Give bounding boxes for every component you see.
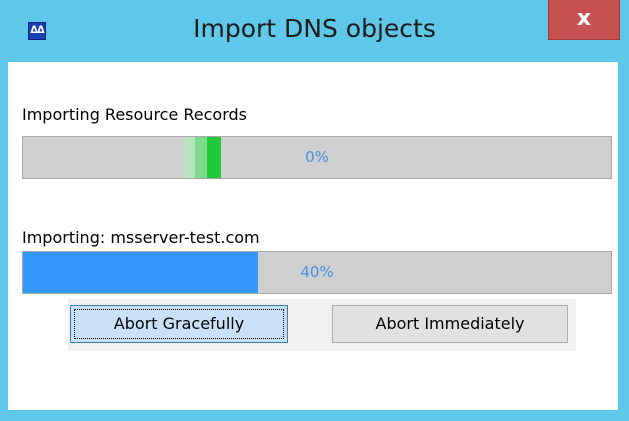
dialog-window: ᐃᐃ Import DNS objects x Importing Resour… [0, 0, 629, 421]
records-progress-bar: 0% [22, 136, 612, 179]
abort-immediately-button[interactable]: Abort Immediately [332, 305, 568, 343]
window-title: Import DNS objects [193, 14, 436, 43]
abort-immediately-label: Abort Immediately [375, 314, 525, 333]
title-bar[interactable]: ᐃᐃ Import DNS objects x [0, 0, 629, 62]
close-icon: x [576, 6, 592, 31]
zone-progress-bar: 40% [22, 251, 612, 294]
records-progress-label: Importing Resource Records [22, 105, 248, 124]
abort-gracefully-button[interactable]: Abort Gracefully [70, 305, 288, 343]
close-button[interactable]: x [548, 0, 620, 40]
zone-progress-percent: 40% [300, 263, 334, 281]
records-progress-percent: 0% [305, 148, 329, 166]
button-row: Abort Gracefully Abort Immediately [68, 299, 576, 351]
zone-progress-label: Importing: msserver-test.com [22, 228, 260, 247]
focus-rectangle [74, 309, 284, 339]
dialog-body: Importing Resource Records 0% Importing:… [8, 62, 618, 410]
